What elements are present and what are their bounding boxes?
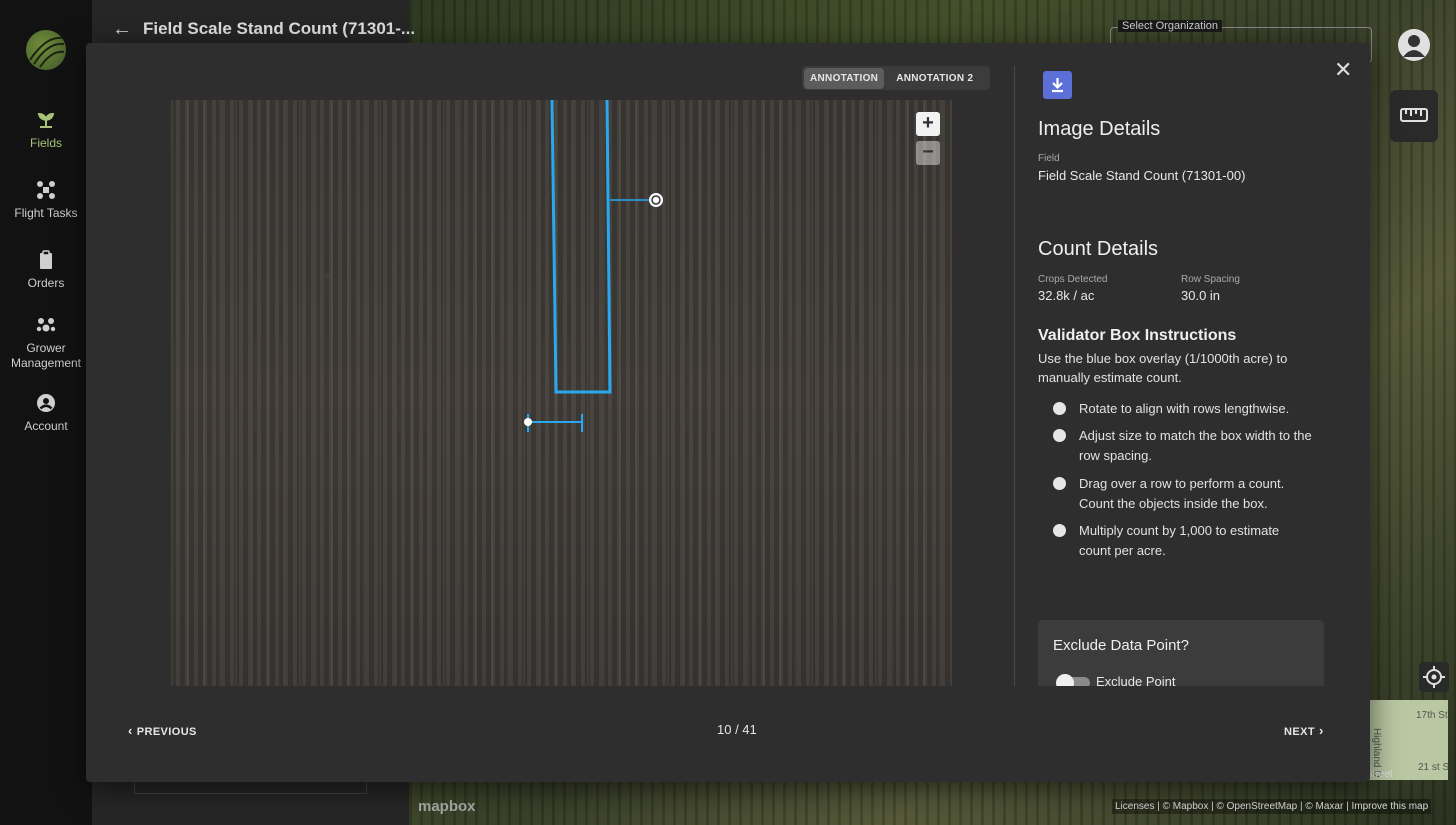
row-spacing-value: 30.0 in xyxy=(1181,288,1221,303)
nav-item-flight-tasks[interactable]: Flight Tasks xyxy=(0,180,92,220)
validator-box-overlay[interactable] xyxy=(171,100,952,686)
instruction-item: Rotate to align with rows lengthwise. xyxy=(1053,399,1313,421)
back-arrow-icon[interactable]: ← xyxy=(112,18,132,41)
download-button[interactable] xyxy=(1043,71,1072,99)
crops-detected-value: 32.8k / ac xyxy=(1038,288,1095,303)
instruction-item: Multiply count by 1,000 to estimate coun… xyxy=(1053,521,1313,561)
next-label: NEXT xyxy=(1284,726,1315,738)
zoom-out-button[interactable]: − xyxy=(916,141,940,165)
nav-item-fields[interactable]: Fields xyxy=(0,110,92,150)
drone-icon xyxy=(37,181,55,199)
tab-annotation-2[interactable]: ANNOTATION 2 xyxy=(890,68,979,89)
nav-item-grower-management[interactable]: Grower Management xyxy=(0,315,92,371)
previous-button[interactable]: ‹ PREVIOUS xyxy=(128,723,197,738)
instruction-item: Drag over a row to perform a count. Coun… xyxy=(1053,474,1313,514)
crosshair-icon xyxy=(1423,666,1445,688)
chevron-left-icon: ‹ xyxy=(128,723,133,738)
exclude-title: Exclude Data Point? xyxy=(1053,637,1189,654)
previous-label: PREVIOUS xyxy=(136,726,197,738)
panel-divider xyxy=(1014,66,1015,686)
field-value: Field Scale Stand Count (71301-00) xyxy=(1038,168,1246,183)
validator-instructions-title: Validator Box Instructions xyxy=(1038,327,1237,344)
nav-item-orders[interactable]: Orders xyxy=(0,250,92,290)
nav-label: Orders xyxy=(27,276,65,290)
sprout-icon xyxy=(37,112,55,128)
app-logo[interactable] xyxy=(26,30,66,70)
instruction-item: Adjust size to match the box width to th… xyxy=(1053,426,1313,466)
drag-icon xyxy=(1053,477,1066,490)
chevron-right-icon: › xyxy=(1318,723,1324,738)
exclude-point-toggle[interactable] xyxy=(1056,674,1090,686)
row-spacing-label: Row Spacing xyxy=(1181,274,1240,285)
image-details-title: Image Details xyxy=(1038,118,1161,140)
rotate-icon xyxy=(1053,402,1066,415)
left-nav: Fields Flight Tasks Orders Grower Manage… xyxy=(0,0,92,825)
minimap-label: 17th St W xyxy=(1416,710,1448,721)
locate-button[interactable] xyxy=(1419,662,1449,692)
account-icon xyxy=(37,394,55,412)
image-counter: 10 / 41 xyxy=(717,722,757,737)
rotate-handle-icon[interactable] xyxy=(649,193,663,207)
validator-instructions-text: Use the blue box overlay (1/1000th acre)… xyxy=(1038,351,1288,385)
people-icon xyxy=(36,318,56,332)
user-avatar-icon[interactable] xyxy=(1398,29,1430,61)
resize-handle-icon[interactable] xyxy=(524,418,532,426)
nav-label: Grower Management xyxy=(10,341,82,370)
instruction-text: Adjust size to match the box width to th… xyxy=(1079,428,1312,463)
mapbox-logo[interactable]: mapbox xyxy=(418,798,476,815)
image-detail-modal: ANNOTATION ANNOTATION 2 + − ✕ Image Deta… xyxy=(86,43,1370,782)
download-icon xyxy=(1052,78,1063,93)
field-title: Field Scale Stand Count (71301-... xyxy=(143,19,416,38)
instruction-text: Drag over a row to perform a count. Coun… xyxy=(1079,476,1285,511)
nav-label: Flight Tasks xyxy=(14,206,78,220)
count-details-title: Count Details xyxy=(1038,238,1159,260)
exclude-data-point-card: Exclude Data Point? Exclude Point xyxy=(1038,620,1324,686)
map-attribution[interactable]: Licenses | © Mapbox | © OpenStreetMap | … xyxy=(1112,799,1432,814)
ruler-icon xyxy=(1400,108,1428,122)
annotation-toggle: ANNOTATION ANNOTATION 2 xyxy=(802,66,990,90)
zoom-in-button[interactable]: + xyxy=(916,112,940,136)
close-icon[interactable]: ✕ xyxy=(1334,57,1352,83)
exclude-point-label: Exclude Point xyxy=(1096,674,1176,686)
instruction-text: Rotate to align with rows lengthwise. xyxy=(1079,401,1290,416)
ruler-button[interactable] xyxy=(1390,90,1438,142)
nav-label: Fields xyxy=(29,136,62,150)
field-label: Field xyxy=(1038,153,1060,164)
crops-detected-label: Crops Detected xyxy=(1038,274,1108,285)
clipboard-icon xyxy=(40,250,52,269)
minimap[interactable]: 17th St W Highland D 21 st St W xyxy=(1368,700,1448,780)
info-icon xyxy=(1053,429,1066,442)
tab-annotation[interactable]: ANNOTATION xyxy=(804,67,885,89)
field-image-viewer[interactable]: + − xyxy=(171,100,952,686)
organization-select-label: Select Organization xyxy=(1118,20,1222,32)
street-label: Street xyxy=(1366,769,1393,780)
next-button[interactable]: NEXT › xyxy=(1284,723,1324,738)
nav-label: Account xyxy=(24,419,68,433)
minimap-label: 21 st St W xyxy=(1418,762,1448,773)
nav-item-account[interactable]: Account xyxy=(0,393,92,433)
plant-icon xyxy=(1053,524,1066,537)
instruction-text: Multiply count by 1,000 to estimate coun… xyxy=(1079,523,1280,558)
